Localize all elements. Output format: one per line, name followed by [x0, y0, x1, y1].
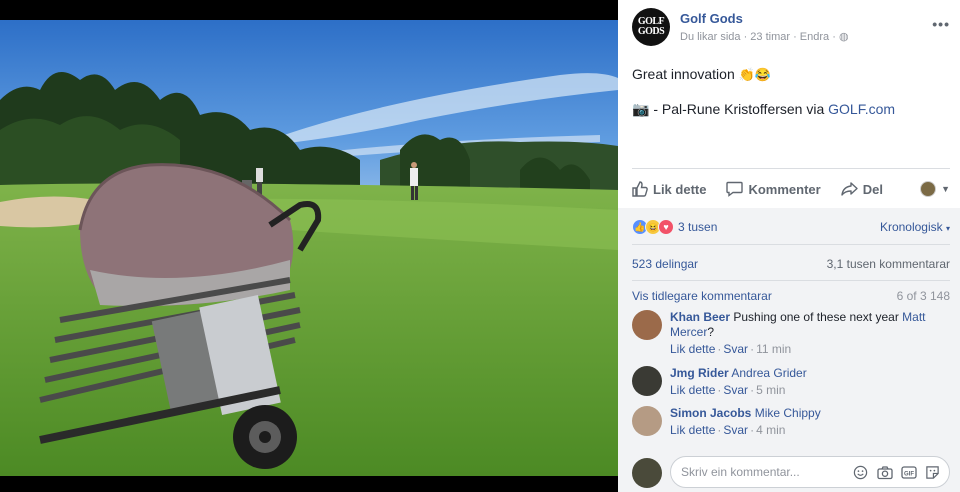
post-caption-text: Great innovation — [632, 66, 739, 82]
like-button-label: Lik dette — [653, 181, 707, 197]
comment-like-link[interactable]: Lik dette — [670, 342, 715, 356]
separator-dot: · — [717, 423, 722, 437]
comment-sort-dropdown[interactable]: Kronologisk ▾ — [880, 220, 950, 234]
post-caption: Great innovation 👏😂 — [632, 64, 950, 85]
post-as-selector[interactable]: ▼ — [920, 181, 950, 197]
post-caption-emojis: 👏😂 — [738, 67, 771, 82]
comment-author[interactable]: Simon Jacobs — [670, 406, 751, 420]
shares-count-link[interactable]: 523 delingar — [632, 257, 698, 271]
share-arrow-icon — [841, 182, 858, 196]
separator-dot: · — [750, 342, 755, 356]
svg-text:GIF: GIF — [904, 471, 914, 477]
comment-time[interactable]: 5 min — [756, 383, 785, 397]
comment-input-box[interactable]: GIF — [670, 456, 950, 488]
photo-credit: 📷 - Pal-Rune Kristoffersen via GOLF.com — [632, 99, 950, 119]
page-name-link[interactable]: Golf Gods — [680, 11, 743, 26]
comment-sort-label: Kronologisk — [879, 220, 943, 234]
separator-dot: · — [717, 342, 722, 356]
page-avatar-text-bottom: GODS — [637, 26, 665, 37]
page-avatar[interactable]: GOLF GODS — [632, 8, 670, 46]
share-button[interactable]: Del — [841, 181, 883, 197]
engagement-counts: 523 delingar 3,1 tusen kommentarar — [632, 257, 950, 271]
comment-footer: Lik dette · Svar · 4 min — [670, 423, 950, 438]
comment-footer: Lik dette · Svar · 5 min — [670, 383, 950, 398]
comment-author[interactable]: Jmg Rider — [670, 366, 729, 380]
divider — [632, 168, 950, 169]
post-body: Great innovation 👏😂 📷 - Pal-Rune Kristof… — [632, 64, 950, 119]
comment-reply-link[interactable]: Svar — [723, 342, 748, 356]
comment-composer: GIF — [632, 456, 950, 488]
camera-icon[interactable] — [876, 464, 893, 481]
comments-count-link[interactable]: 3,1 tusen kommentarar — [827, 257, 950, 271]
golf-course-photo — [0, 20, 618, 476]
comment-time[interactable]: 11 min — [756, 342, 791, 356]
share-button-label: Del — [862, 181, 883, 197]
commenter-avatar[interactable] — [632, 366, 662, 396]
comment-tag[interactable]: Mike Chippy — [755, 406, 821, 420]
comment-like-link[interactable]: Lik dette — [670, 423, 715, 437]
comment-text: Pushing one of these next year — [730, 310, 903, 324]
more-options-button[interactable]: ••• — [932, 16, 950, 32]
thumbs-up-icon — [632, 181, 648, 197]
comment-reply-link[interactable]: Svar — [723, 383, 748, 397]
emoji-icon[interactable] — [852, 464, 869, 481]
separator-dot: · — [717, 383, 722, 397]
comments-section: 👍 😆 ♥ 3 tusen Kronologisk ▾ 523 delingar… — [618, 208, 960, 492]
gif-icon[interactable]: GIF — [900, 464, 917, 481]
comment-body: Simon Jacobs Mike Chippy Lik dette · Svar ·… — [670, 406, 950, 438]
acting-as-avatar — [920, 181, 937, 197]
separator-dot: · — [750, 383, 755, 397]
globe-icon: ◍ — [838, 31, 849, 43]
comment-item: Simon Jacobs Mike Chippy Lik dette · Svar ·… — [632, 406, 950, 440]
comment-reply-link[interactable]: Svar — [723, 423, 748, 437]
reactions-summary: 👍 😆 ♥ 3 tusen Kronologisk ▾ — [632, 218, 950, 236]
commenter-avatar[interactable] — [632, 310, 662, 340]
golf-com-link[interactable]: GOLF.com — [828, 101, 895, 117]
caret-down-icon: ▾ — [945, 224, 950, 233]
sticker-icon[interactable] — [924, 464, 941, 481]
comment-item: Jmg Rider Andrea Grider Lik dette · Svar · 5… — [632, 366, 950, 400]
comment-time[interactable]: 4 min — [756, 423, 785, 437]
comment-text-end: ? — [707, 325, 715, 339]
commenter-avatar[interactable] — [632, 406, 662, 436]
comment-footer: Lik dette · Svar · 11 min — [670, 342, 950, 357]
comment-body: Khan Beer Pushing one of these next year… — [670, 310, 950, 357]
reactions-count[interactable]: 3 tusen — [678, 220, 717, 234]
post-side-panel: GOLF GODS Golf Gods Du likar sida · 23 t… — [618, 0, 960, 492]
like-button[interactable]: Lik dette — [632, 181, 706, 197]
current-user-avatar — [632, 458, 662, 488]
comment-body: Jmg Rider Andrea Grider Lik dette · Svar · 5… — [670, 366, 950, 398]
chevron-down-icon: ▼ — [941, 184, 950, 194]
post-photo[interactable] — [0, 0, 618, 492]
comment-tag[interactable]: Andrea Grider — [731, 366, 806, 380]
divider — [632, 244, 950, 245]
comment-author[interactable]: Khan Beer — [670, 310, 730, 324]
comment-input[interactable] — [681, 465, 851, 479]
post-header: GOLF GODS Golf Gods Du likar sida · 23 t… — [632, 8, 950, 48]
separator-dot: · — [750, 423, 755, 437]
comment-item: Khan Beer Pushing one of these next year… — [632, 310, 950, 360]
view-previous-comments-link[interactable]: Vis tidlegare kommentarar — [632, 289, 772, 303]
post-meta: Du likar sida · 23 timar · Endra · ◍ — [680, 30, 849, 43]
photo-credit-text: 📷 - Pal-Rune Kristoffersen via — [632, 101, 829, 117]
comment-like-link[interactable]: Lik dette — [670, 383, 715, 397]
composer-icons: GIF — [845, 464, 941, 481]
post-meta-text: Du likar sida · 23 timar · Endra · — [680, 31, 839, 43]
comment-button-label: Kommenter — [748, 181, 821, 197]
love-reaction-icon[interactable]: ♥ — [658, 219, 674, 235]
comment-bubble-icon — [726, 181, 744, 197]
post-actions: Lik dette Kommenter Del ▼ — [632, 178, 950, 200]
divider — [632, 280, 950, 281]
previous-comments-row: Vis tidlegare kommentarar 6 of 3 148 — [632, 289, 950, 303]
comment-button[interactable]: Kommenter — [726, 181, 821, 197]
comments-pager-count: 6 of 3 148 — [896, 289, 950, 303]
